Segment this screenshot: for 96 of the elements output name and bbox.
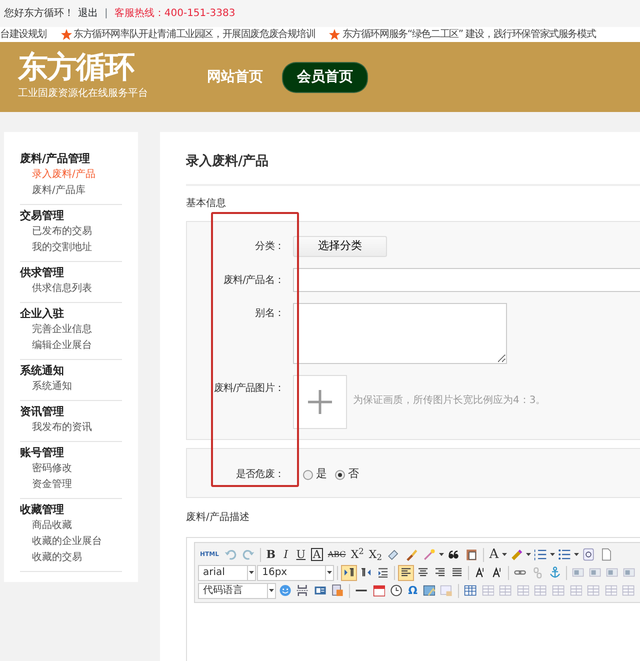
sidebar-item[interactable]: 系统通知 <box>20 379 122 395</box>
toolbar-button[interactable]: X$^{2}$ <box>348 546 366 562</box>
character-icon[interactable] <box>582 548 595 561</box>
news-link[interactable]: 台建设规划 <box>0 27 47 42</box>
justify-icon <box>451 566 464 579</box>
numbered-list-icon[interactable] <box>534 548 547 561</box>
align-left-button[interactable] <box>398 564 414 580</box>
caret-icon <box>268 589 274 592</box>
sidebar-item[interactable]: 我的交割地址 <box>20 240 122 256</box>
sidebar-heading: 供求管理 <box>20 265 65 281</box>
highlighter-icon[interactable] <box>510 548 523 561</box>
radio-label: 是 <box>316 466 327 482</box>
star-icon <box>329 29 340 40</box>
toolbar-button[interactable]: I <box>278 546 293 562</box>
line-spacing-icon[interactable] <box>474 566 486 579</box>
template-icon[interactable] <box>314 584 326 597</box>
sidebar-heading: 企业入驻 <box>20 306 65 322</box>
sidebar-item[interactable]: 密码修改 <box>20 461 122 477</box>
toolbar-button[interactable]: B <box>264 546 278 562</box>
paste-icon[interactable] <box>465 548 478 561</box>
sidebar-heading: 账号管理 <box>20 445 65 461</box>
brush-icon[interactable] <box>405 548 418 561</box>
news-link[interactable]: 东方循环网服务“绿色二工区” 建设，践行环保管家式服务模式 <box>342 27 596 42</box>
hotline-text: 客服热线：400-151-3383 <box>114 6 236 21</box>
quote-icon[interactable] <box>447 548 460 561</box>
background-icon[interactable] <box>331 584 344 597</box>
sidebar-heading: 收藏管理 <box>20 502 65 518</box>
toolbar-button[interactable]: X$_{2}$ <box>366 546 384 562</box>
sidebar-item[interactable]: 供求信息列表 <box>20 281 122 297</box>
wand-icon[interactable] <box>423 548 436 561</box>
plus-icon <box>308 390 332 414</box>
sidebar-item[interactable]: 废料/产品库 <box>20 183 122 199</box>
toolbar-button[interactable]: A <box>487 546 501 562</box>
dropdown[interactable]: arial <box>198 564 256 580</box>
align-center-icon <box>417 566 430 579</box>
page-icon[interactable] <box>600 548 613 561</box>
sidebar-item[interactable]: 已发布的交易 <box>20 224 122 240</box>
upload-button[interactable] <box>293 374 347 428</box>
sidebar-item[interactable]: 完善企业信息 <box>20 322 122 338</box>
nav-tab[interactable]: 会员首页 <box>282 62 368 92</box>
tagline-text: 工业固废资源化在线服务平台 <box>18 86 148 101</box>
name-field[interactable] <box>293 268 640 292</box>
eraser-icon[interactable] <box>387 548 400 561</box>
field-label: 废料/产品名： <box>223 274 284 286</box>
dropdown[interactable]: 16px <box>257 564 334 580</box>
logo-text: 东方循环 <box>18 53 136 83</box>
section-title: 废料/产品描述 <box>186 510 250 524</box>
news-link[interactable]: 东方循环网率队开赴青浦工业园区，开展固废危废合规培训 <box>74 27 316 42</box>
alias-field[interactable] <box>293 302 507 364</box>
sidebar-heading: 系统通知 <box>20 363 65 379</box>
field-label: 分类： <box>255 240 284 252</box>
paragraph-ltr-icon <box>342 566 355 579</box>
line-spacing-icon[interactable] <box>491 566 504 579</box>
sidebar-heading: 废料/产品管理 <box>20 151 92 167</box>
sidebar-item[interactable]: 收藏的企业展台 <box>20 534 122 550</box>
toolbar-button[interactable]: ABC <box>326 546 348 562</box>
upload-hint: 为保证画质，所传图片长宽比例应为4：3。 <box>353 394 546 408</box>
field-label: 废料/产品图片： <box>214 382 284 394</box>
smiley-icon[interactable] <box>278 584 292 597</box>
toolbar-button[interactable]: A <box>308 546 325 562</box>
sidebar-item[interactable]: 我发布的资讯 <box>20 420 122 436</box>
section-title: 基本信息 <box>186 196 227 210</box>
logout-link[interactable]: 退出 <box>78 6 98 21</box>
caret-icon <box>326 571 332 574</box>
greeting-text: 您好东方循环！ <box>4 6 74 21</box>
calendar-icon[interactable] <box>372 584 386 597</box>
anchor-icon[interactable] <box>548 566 561 579</box>
sidebar-item[interactable]: 编辑企业展台 <box>20 338 122 354</box>
radio-label: 否 <box>348 466 359 482</box>
radio-button[interactable] <box>303 470 313 480</box>
clock-icon[interactable] <box>390 584 403 597</box>
align-left-icon <box>400 566 412 579</box>
page-break-icon[interactable] <box>296 584 309 597</box>
align-right-icon <box>434 566 446 579</box>
caret-icon <box>249 571 254 574</box>
dropdown[interactable]: 代码语言 <box>198 582 276 598</box>
star-icon <box>60 29 72 40</box>
toolbar-button[interactable]: Ω <box>406 582 420 598</box>
sidebar-item[interactable]: 收藏的交易 <box>20 550 122 566</box>
radio-button[interactable] <box>335 470 345 480</box>
field-label: 是否危废： <box>236 469 284 480</box>
sidebar-heading: 资讯管理 <box>20 404 65 420</box>
table-icon[interactable] <box>464 584 477 597</box>
sidebar-heading: 交易管理 <box>20 208 65 224</box>
bullet-list-icon[interactable] <box>558 548 571 561</box>
paragraph-rtl-icon <box>360 566 372 579</box>
indent-icon <box>376 566 390 579</box>
category-button[interactable]: 选择分类 <box>293 236 387 256</box>
sidebar-item[interactable]: 资金管理 <box>20 477 122 493</box>
paragraph-ltr-button[interactable] <box>340 564 357 580</box>
separator-text: | <box>104 7 108 21</box>
image-icon[interactable] <box>422 584 436 597</box>
sidebar-item[interactable]: 商品收藏 <box>20 518 122 534</box>
field-label: 别名： <box>255 308 284 318</box>
page-title: 录入废料/产品 <box>186 152 640 186</box>
toolbar-button[interactable]: U <box>294 546 308 562</box>
